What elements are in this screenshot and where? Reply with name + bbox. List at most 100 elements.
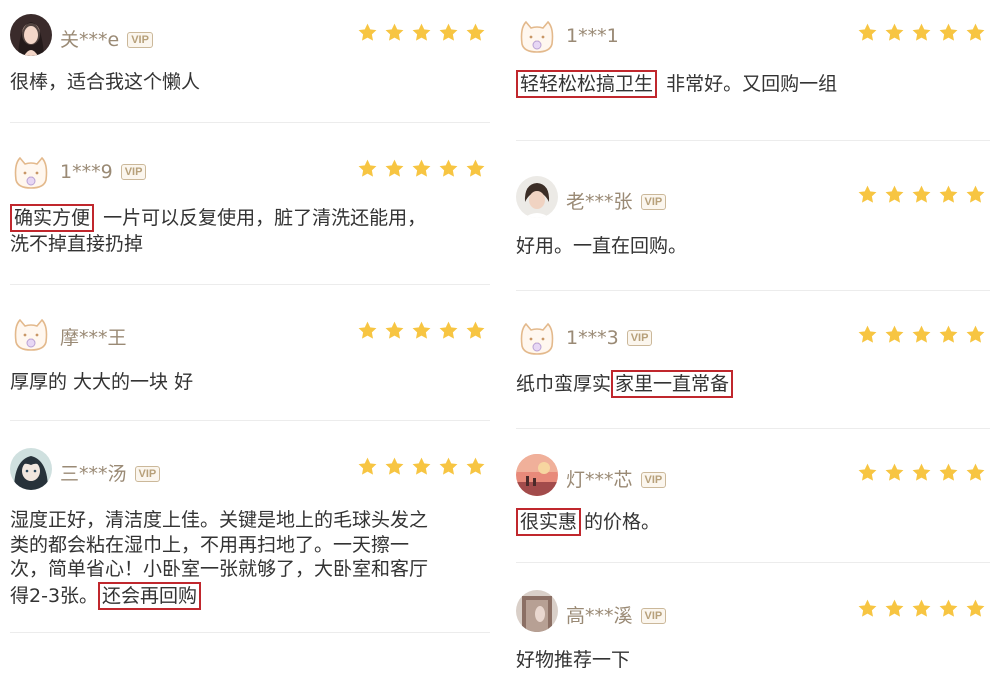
star-icon	[411, 158, 432, 179]
star-icon	[911, 324, 932, 345]
star-icon	[965, 598, 986, 619]
star-rating	[357, 320, 486, 341]
star-rating	[857, 462, 986, 483]
username: 1***1	[566, 25, 619, 47]
review-header: 老***张 VIP	[506, 176, 1000, 224]
star-icon	[911, 462, 932, 483]
star-rating	[357, 456, 486, 477]
star-icon	[884, 598, 905, 619]
door-avatar-icon[interactable]	[516, 590, 558, 632]
star-icon	[884, 22, 905, 43]
username: 老***张 VIP	[566, 187, 667, 214]
cat-avatar-icon[interactable]	[516, 14, 558, 56]
username-text: 1***1	[566, 25, 619, 47]
username-text: 三***汤	[60, 463, 127, 485]
username: 三***汤 VIP	[60, 459, 161, 486]
review-header: 灯***芯 VIP	[506, 454, 1000, 502]
highlight-box: 还会再回购	[98, 581, 202, 610]
star-icon	[465, 158, 486, 179]
review-text: 轻轻松松搞卫生 非常好。又回购一组	[516, 70, 970, 98]
star-icon	[965, 184, 986, 205]
star-icon	[465, 320, 486, 341]
divider	[516, 428, 990, 429]
star-icon	[438, 158, 459, 179]
star-icon	[938, 184, 959, 205]
star-rating	[357, 22, 486, 43]
review-text: 好用。一直在回购。	[516, 234, 970, 259]
star-rating	[357, 158, 486, 179]
star-icon	[857, 598, 878, 619]
vip-badge: VIP	[120, 164, 147, 180]
star-icon	[965, 462, 986, 483]
review-text-line: 好物推荐一下	[516, 649, 631, 671]
star-rating	[857, 184, 986, 205]
username: 摩***王	[60, 323, 127, 350]
divider	[516, 562, 990, 563]
star-rating	[857, 324, 986, 345]
star-icon	[411, 320, 432, 341]
review-header: 三***汤 VIP	[0, 448, 500, 496]
star-icon	[884, 462, 905, 483]
star-rating	[857, 22, 986, 43]
star-icon	[938, 598, 959, 619]
star-icon	[857, 324, 878, 345]
avatar-woman-icon[interactable]	[516, 176, 558, 218]
star-icon	[857, 184, 878, 205]
cat-avatar-icon[interactable]	[516, 316, 558, 358]
divider	[10, 420, 490, 421]
star-icon	[384, 22, 405, 43]
vip-badge: VIP	[127, 32, 153, 48]
sunset-avatar-icon[interactable]	[516, 454, 558, 496]
cat-avatar-icon[interactable]	[10, 150, 52, 192]
divider	[516, 140, 990, 141]
review-header: 摩***王	[0, 312, 500, 360]
vip-badge: VIP	[640, 608, 667, 624]
star-icon	[465, 22, 486, 43]
review-text: 厚厚的 大大的一块 好	[10, 370, 470, 395]
review-text: 湿度正好，清洁度上佳。关键是地上的毛球头发之 类的都会粘在湿巾上，不用再扫地了。…	[10, 508, 470, 610]
cat-avatar-icon[interactable]	[10, 312, 52, 354]
username-text: 1***9	[60, 161, 113, 183]
highlight-box: 家里一直常备	[611, 370, 734, 398]
highlight-box: 很实惠	[516, 508, 582, 536]
review-text-line: 好用。一直在回购。	[516, 235, 688, 257]
star-icon	[884, 324, 905, 345]
star-icon	[357, 22, 378, 43]
review-header: 1***3 VIP	[506, 316, 1000, 364]
username-text: 老***张	[566, 191, 633, 213]
review-header: 1***9 VIP	[0, 150, 500, 198]
username: 灯***芯 VIP	[566, 465, 667, 492]
vip-badge: VIP	[626, 330, 653, 346]
divider	[10, 122, 490, 123]
highlight-box: 轻轻松松搞卫生	[516, 70, 658, 98]
avatar-woman-icon[interactable]	[10, 14, 52, 56]
vip-badge: VIP	[134, 466, 161, 482]
review-text-line: 很棒，适合我这个懒人	[10, 71, 201, 93]
star-icon	[938, 324, 959, 345]
review-header: 1***1	[506, 14, 1000, 62]
username-text: 灯***芯	[566, 469, 633, 491]
star-rating	[857, 598, 986, 619]
star-icon	[911, 22, 932, 43]
star-icon	[384, 456, 405, 477]
star-icon	[465, 456, 486, 477]
review-text-line: 一片可以反复使用，脏了清洗还能用，	[103, 207, 427, 229]
star-icon	[384, 158, 405, 179]
divider	[10, 284, 490, 285]
star-icon	[911, 184, 932, 205]
star-icon	[357, 158, 378, 179]
review-text: 很实惠 的价格。	[516, 508, 970, 536]
star-icon	[857, 462, 878, 483]
review-text: 好物推荐一下	[516, 648, 970, 673]
review-header: 高***溪 VIP	[506, 590, 1000, 638]
anime-avatar-icon[interactable]	[10, 448, 52, 490]
review-text-line: 非常好。又回购一组	[666, 73, 838, 95]
star-icon	[357, 456, 378, 477]
username: 1***3 VIP	[566, 327, 653, 349]
star-icon	[357, 320, 378, 341]
divider	[10, 632, 490, 633]
star-icon	[938, 462, 959, 483]
username-text: 关***e	[60, 29, 120, 51]
review-text-line: 得2-3张。	[10, 584, 99, 607]
username: 1***9 VIP	[60, 161, 147, 183]
